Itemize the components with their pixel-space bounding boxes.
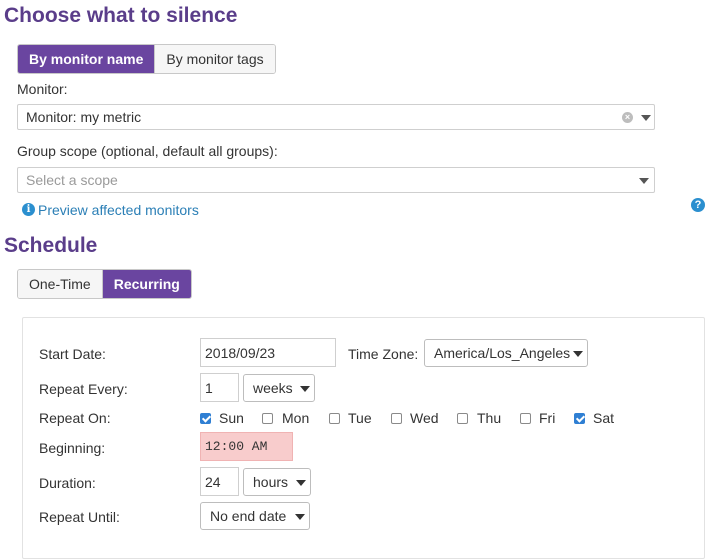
day-label-mon: Mon	[282, 410, 310, 426]
tab-by-monitor-name[interactable]: By monitor name	[18, 45, 155, 73]
chevron-down-icon[interactable]	[641, 115, 651, 121]
repeat-every-unit-select[interactable]: weeks	[243, 374, 315, 402]
beginning-time-input[interactable]: 12:00 AM	[200, 432, 293, 461]
checkbox-tue[interactable]	[329, 413, 340, 424]
chevron-down-icon	[300, 386, 310, 392]
day-label-wed: Wed	[410, 410, 439, 426]
tab-recurring[interactable]: Recurring	[101, 270, 191, 298]
question-circle-icon[interactable]: ?	[691, 198, 705, 212]
checkbox-wed[interactable]	[391, 413, 402, 424]
chevron-down-icon	[295, 514, 305, 520]
repeat-every-label: Repeat Every:	[39, 381, 128, 397]
silence-mode-tabs: By monitor name By monitor tags	[17, 44, 276, 74]
timezone-select[interactable]: America/Los_Angeles	[424, 339, 588, 367]
timezone-label: Time Zone:	[348, 346, 419, 362]
chevron-down-icon[interactable]	[639, 178, 649, 184]
group-scope-select[interactable]: Select a scope	[17, 167, 655, 193]
day-label-tue: Tue	[348, 410, 372, 426]
schedule-mode-tabs: One-Time Recurring	[17, 269, 192, 299]
silence-title: Choose what to silence	[4, 4, 238, 27]
repeat-until-label: Repeat Until:	[39, 509, 120, 525]
duration-label: Duration:	[39, 475, 96, 491]
checkbox-fri[interactable]	[520, 413, 531, 424]
schedule-title: Schedule	[4, 234, 98, 257]
monitor-select[interactable]: Monitor: my metric ×	[17, 104, 655, 130]
beginning-label: Beginning:	[39, 440, 106, 456]
checkbox-sun[interactable]	[200, 413, 211, 424]
day-label-thu: Thu	[477, 410, 502, 426]
repeat-every-unit-value: weeks	[253, 380, 293, 396]
day-label-sun: Sun	[219, 410, 244, 426]
chevron-down-icon	[296, 480, 306, 486]
timezone-value: America/Los_Angeles	[434, 345, 571, 361]
repeat-until-select[interactable]: No end date	[200, 502, 310, 530]
tab-one-time[interactable]: One-Time	[18, 270, 102, 298]
checkbox-thu[interactable]	[457, 413, 468, 424]
group-scope-placeholder: Select a scope	[26, 172, 118, 188]
repeat-on-label: Repeat On:	[39, 410, 111, 426]
preview-affected-monitors-link[interactable]: Preview affected monitors	[38, 202, 199, 218]
start-date-input[interactable]: 2018/09/23	[200, 338, 336, 367]
tab-by-monitor-tags[interactable]: By monitor tags	[154, 45, 275, 73]
monitor-label: Monitor:	[17, 81, 68, 97]
chevron-down-icon	[573, 351, 583, 357]
group-scope-label: Group scope (optional, default all group…	[17, 143, 278, 159]
repeat-until-value: No end date	[210, 508, 287, 524]
checkbox-mon[interactable]	[262, 413, 273, 424]
repeat-every-input[interactable]: 1	[200, 373, 239, 402]
monitor-select-value: Monitor: my metric	[26, 109, 142, 125]
clear-icon[interactable]: ×	[622, 112, 633, 123]
start-date-label: Start Date:	[39, 346, 106, 362]
day-label-sat: Sat	[593, 410, 615, 426]
info-icon: i	[22, 203, 35, 216]
duration-unit-value: hours	[253, 474, 289, 490]
duration-unit-select[interactable]: hours	[243, 468, 311, 496]
duration-input[interactable]: 24	[200, 467, 239, 496]
checkbox-sat[interactable]	[574, 413, 585, 424]
day-label-fri: Fri	[539, 410, 556, 426]
